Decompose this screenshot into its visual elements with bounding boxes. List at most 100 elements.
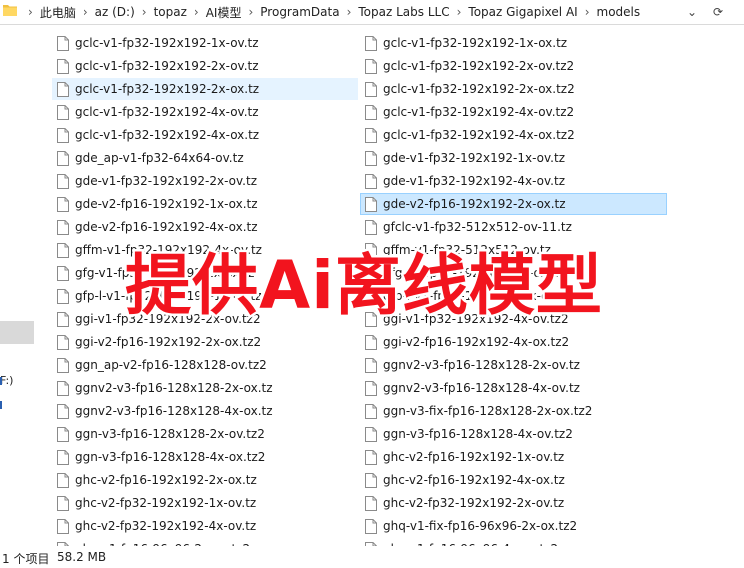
file-item[interactable]: ghc-v2-fp32-192x192-2x-ov.tz	[360, 492, 667, 514]
file-icon	[57, 196, 69, 212]
file-icon	[365, 403, 377, 419]
file-icon	[57, 35, 69, 51]
file-name: gclc-v1-fp32-192x192-4x-ox.tz2	[383, 128, 575, 142]
file-name: gde-v1-fp32-192x192-1x-ov.tz	[383, 151, 565, 165]
file-item[interactable]: gclc-v1-fp32-192x192-4x-ox.tz2	[360, 124, 667, 146]
file-item[interactable]: gde-v1-fp32-192x192-1x-ov.tz	[360, 147, 667, 169]
chevron-down-icon: ⌄	[686, 5, 698, 19]
file-item[interactable]: ggn-v3-fp16-128x128-4x-ov.tz2	[360, 423, 667, 445]
file-item[interactable]: gclc-v1-fp32-192x192-1x-ov.tz	[52, 32, 358, 54]
breadcrumb-separator[interactable]: ›	[248, 5, 253, 19]
refresh-icon: ⟳	[712, 5, 724, 19]
file-item[interactable]: ghc-v2-fp16-192x192-4x-ox.tz	[360, 469, 667, 491]
file-name: gde-v1-fp32-192x192-4x-ov.tz	[383, 174, 565, 188]
breadcrumb-item[interactable]: Topaz Gigapixel AI	[467, 5, 578, 19]
breadcrumb-item[interactable]: az (D:)	[94, 5, 136, 19]
file-item[interactable]: gde-v2-fp16-192x192-1x-ox.tz	[52, 193, 358, 215]
file-name: gclc-v1-fp32-192x192-2x-ox.tz	[75, 82, 260, 96]
file-name: gde-v2-fp16-192x192-1x-ox.tz	[75, 197, 258, 211]
file-item[interactable]: ggnv2-v3-fp16-128x128-2x-ov.tz	[360, 354, 667, 376]
file-item[interactable]: gclc-v1-fp32-192x192-1x-ox.tz	[360, 32, 667, 54]
file-item[interactable]: gde-v1-fp32-192x192-4x-ov.tz	[360, 170, 667, 192]
breadcrumb-item[interactable]: ProgramData	[259, 5, 340, 19]
address-dropdown-button[interactable]: ⌄	[683, 2, 701, 22]
file-icon	[365, 495, 377, 511]
file-item[interactable]: gclc-v1-fp32-192x192-4x-ox.tz	[52, 124, 358, 146]
file-item[interactable]: gde-v2-fp16-192x192-2x-ox.tz	[360, 193, 667, 215]
file-item[interactable]: ghc-v2-fp16-192x192-1x-ov.tz	[360, 446, 667, 468]
file-icon	[365, 104, 377, 120]
file-icon	[57, 449, 69, 465]
file-name: ghc-v2-fp32-192x192-2x-ov.tz	[383, 496, 565, 510]
file-item[interactable]: ghq-v1-fix-fp16-96x96-2x-ox.tz2	[360, 515, 667, 537]
file-item[interactable]: ghc-v2-fp16-192x192-2x-ox.tz	[52, 469, 358, 491]
file-item[interactable]: ggnv2-v3-fp16-128x128-2x-ox.tz	[52, 377, 358, 399]
file-icon	[57, 242, 69, 258]
status-selection-size: 58.2 MB	[57, 550, 107, 564]
file-icon	[57, 288, 69, 304]
nav-drive-label[interactable]: F:)	[0, 374, 13, 387]
file-item[interactable]: ggnv2-v3-fp16-128x128-4x-ov.tz	[360, 377, 667, 399]
breadcrumb-item[interactable]: models	[596, 5, 642, 19]
file-name: ghq-v1-fix-fp16-96x96-2x-ox.tz2	[383, 519, 578, 533]
file-icon	[365, 472, 377, 488]
file-item[interactable]: gclc-v1-fp32-192x192-2x-ox.tz	[52, 78, 358, 100]
breadcrumb-separator[interactable]: ›	[347, 5, 352, 19]
file-icon	[365, 518, 377, 534]
file-item[interactable]: ggn-v3-fix-fp16-128x128-2x-ox.tz2	[360, 400, 667, 422]
breadcrumb-item[interactable]: topaz	[153, 5, 188, 19]
breadcrumb-item[interactable]: 此电脑	[39, 4, 77, 21]
file-name: ghc-v2-fp32-192x192-4x-ov.tz	[75, 519, 257, 533]
file-item[interactable]: ggn-v3-fp16-128x128-2x-ov.tz2	[52, 423, 358, 445]
file-item[interactable]: ggi-v2-fp16-192x192-4x-ox.tz2	[360, 331, 667, 353]
file-name: gclc-v1-fp32-192x192-2x-ox.tz2	[383, 82, 575, 96]
nav-selected-item[interactable]	[0, 321, 34, 344]
file-name: ggn-v3-fp16-128x128-4x-ox.tz2	[75, 450, 266, 464]
file-item[interactable]: ggi-v2-fp16-192x192-2x-ox.tz2	[52, 331, 358, 353]
file-item[interactable]: gclc-v1-fp32-192x192-4x-ov.tz	[52, 101, 358, 123]
file-name: ggn_ap-v2-fp16-128x128-ov.tz2	[75, 358, 267, 372]
file-icon	[365, 334, 377, 350]
file-item[interactable]: gclc-v1-fp32-192x192-2x-ov.tz2	[360, 55, 667, 77]
file-item[interactable]: gclc-v1-fp32-192x192-2x-ov.tz	[52, 55, 358, 77]
breadcrumb-separator[interactable]: ›	[585, 5, 590, 19]
breadcrumb-item[interactable]: Topaz Labs LLC	[357, 5, 450, 19]
refresh-button[interactable]: ⟳	[708, 2, 728, 22]
file-item[interactable]: ggnv2-v3-fp16-128x128-4x-ox.tz	[52, 400, 358, 422]
navigation-pane[interactable]: F:)	[0, 25, 36, 545]
breadcrumb-separator[interactable]: ›	[194, 5, 199, 19]
file-icon	[57, 311, 69, 327]
breadcrumb-item[interactable]: AI模型	[205, 4, 243, 21]
overlay-text: 提供Ai离线模型	[123, 245, 605, 327]
address-bar[interactable]: › 此电脑 › az (D:) › topaz › AI模型 › ProgramData › Topa…	[0, 0, 744, 25]
breadcrumb-separator[interactable]: ›	[83, 5, 88, 19]
file-icon	[57, 334, 69, 350]
file-item[interactable]: gclc-v1-fp32-192x192-2x-ox.tz2	[360, 78, 667, 100]
breadcrumb-separator[interactable]: ›	[28, 5, 33, 19]
file-name: gclc-v1-fp32-192x192-4x-ox.tz	[75, 128, 260, 142]
file-icon	[57, 58, 69, 74]
breadcrumb-separator[interactable]: ›	[457, 5, 462, 19]
file-name: ggn-v3-fp16-128x128-4x-ov.tz2	[383, 427, 573, 441]
file-item[interactable]: ghc-v2-fp32-192x192-4x-ov.tz	[52, 515, 358, 537]
nav-pin-indicator	[0, 377, 2, 385]
file-name: ggnv2-v3-fp16-128x128-4x-ov.tz	[383, 381, 580, 395]
breadcrumb-separator[interactable]: ›	[142, 5, 147, 19]
file-icon	[365, 150, 377, 166]
file-icon	[365, 449, 377, 465]
file-item[interactable]: ggn-v3-fp16-128x128-4x-ox.tz2	[52, 446, 358, 468]
file-icon	[57, 173, 69, 189]
file-icon	[365, 357, 377, 373]
file-item[interactable]: ggn_ap-v2-fp16-128x128-ov.tz2	[52, 354, 358, 376]
file-icon	[57, 81, 69, 97]
file-icon	[57, 426, 69, 442]
file-item[interactable]: gde-v1-fp32-192x192-2x-ov.tz	[52, 170, 358, 192]
file-name: ggi-v2-fp16-192x192-4x-ox.tz2	[383, 335, 570, 349]
file-item[interactable]: gclc-v1-fp32-192x192-4x-ov.tz2	[360, 101, 667, 123]
file-item[interactable]: ghc-v2-fp32-192x192-1x-ov.tz	[52, 492, 358, 514]
breadcrumb[interactable]: › 此电脑 › az (D:) › topaz › AI模型 › ProgramData › Topa…	[22, 0, 641, 24]
file-item[interactable]: gde_ap-v1-fp32-64x64-ov.tz	[52, 147, 358, 169]
file-icon	[57, 104, 69, 120]
file-name: ggnv2-v3-fp16-128x128-2x-ox.tz	[75, 381, 273, 395]
file-icon	[57, 150, 69, 166]
